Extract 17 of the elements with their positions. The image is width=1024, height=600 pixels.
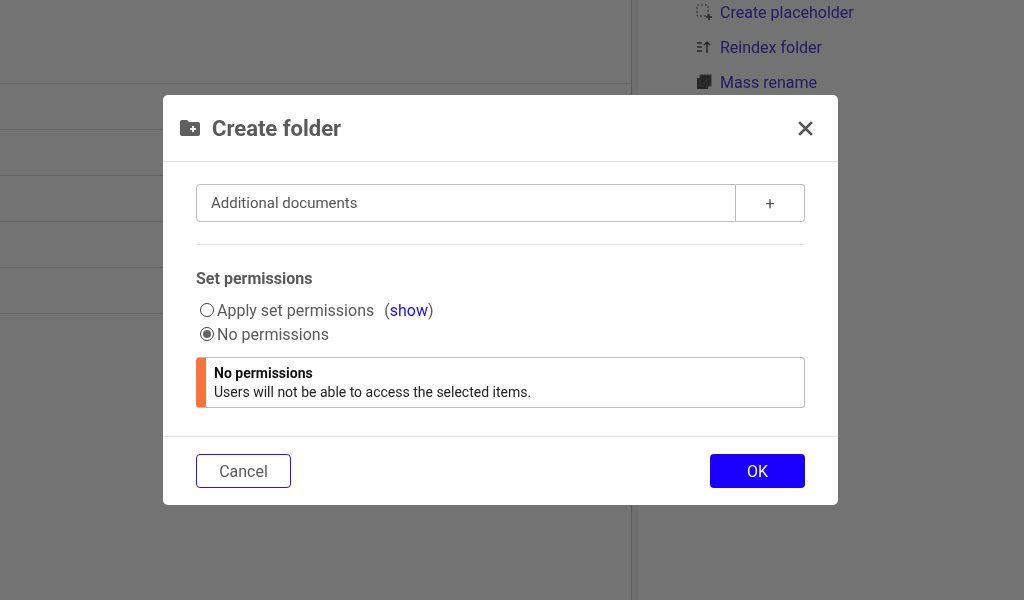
show-link[interactable]: show [389,300,428,320]
add-button[interactable]: + [736,184,805,222]
folder-plus-icon [180,120,200,136]
pencil-square-icon [696,74,712,90]
option-label[interactable]: No permissions [217,324,329,344]
close-icon[interactable] [797,119,814,137]
dotted-square-plus-icon [696,4,712,20]
option-label[interactable]: Apply set permissions [217,300,375,320]
ok-button[interactable]: OK [710,454,805,488]
show-link-text: (show) [384,300,434,320]
alert-title: No permissions [214,365,314,381]
folder-name-field[interactable]: Additional documents [196,184,736,222]
section-heading: Set permissions [196,269,314,288]
sort-lines-icon [696,39,712,55]
alert-message: Users will not be able to access the selected items. [214,384,533,400]
cancel-button[interactable]: Cancel [196,454,291,488]
dialog-title: Create folder [212,115,343,141]
